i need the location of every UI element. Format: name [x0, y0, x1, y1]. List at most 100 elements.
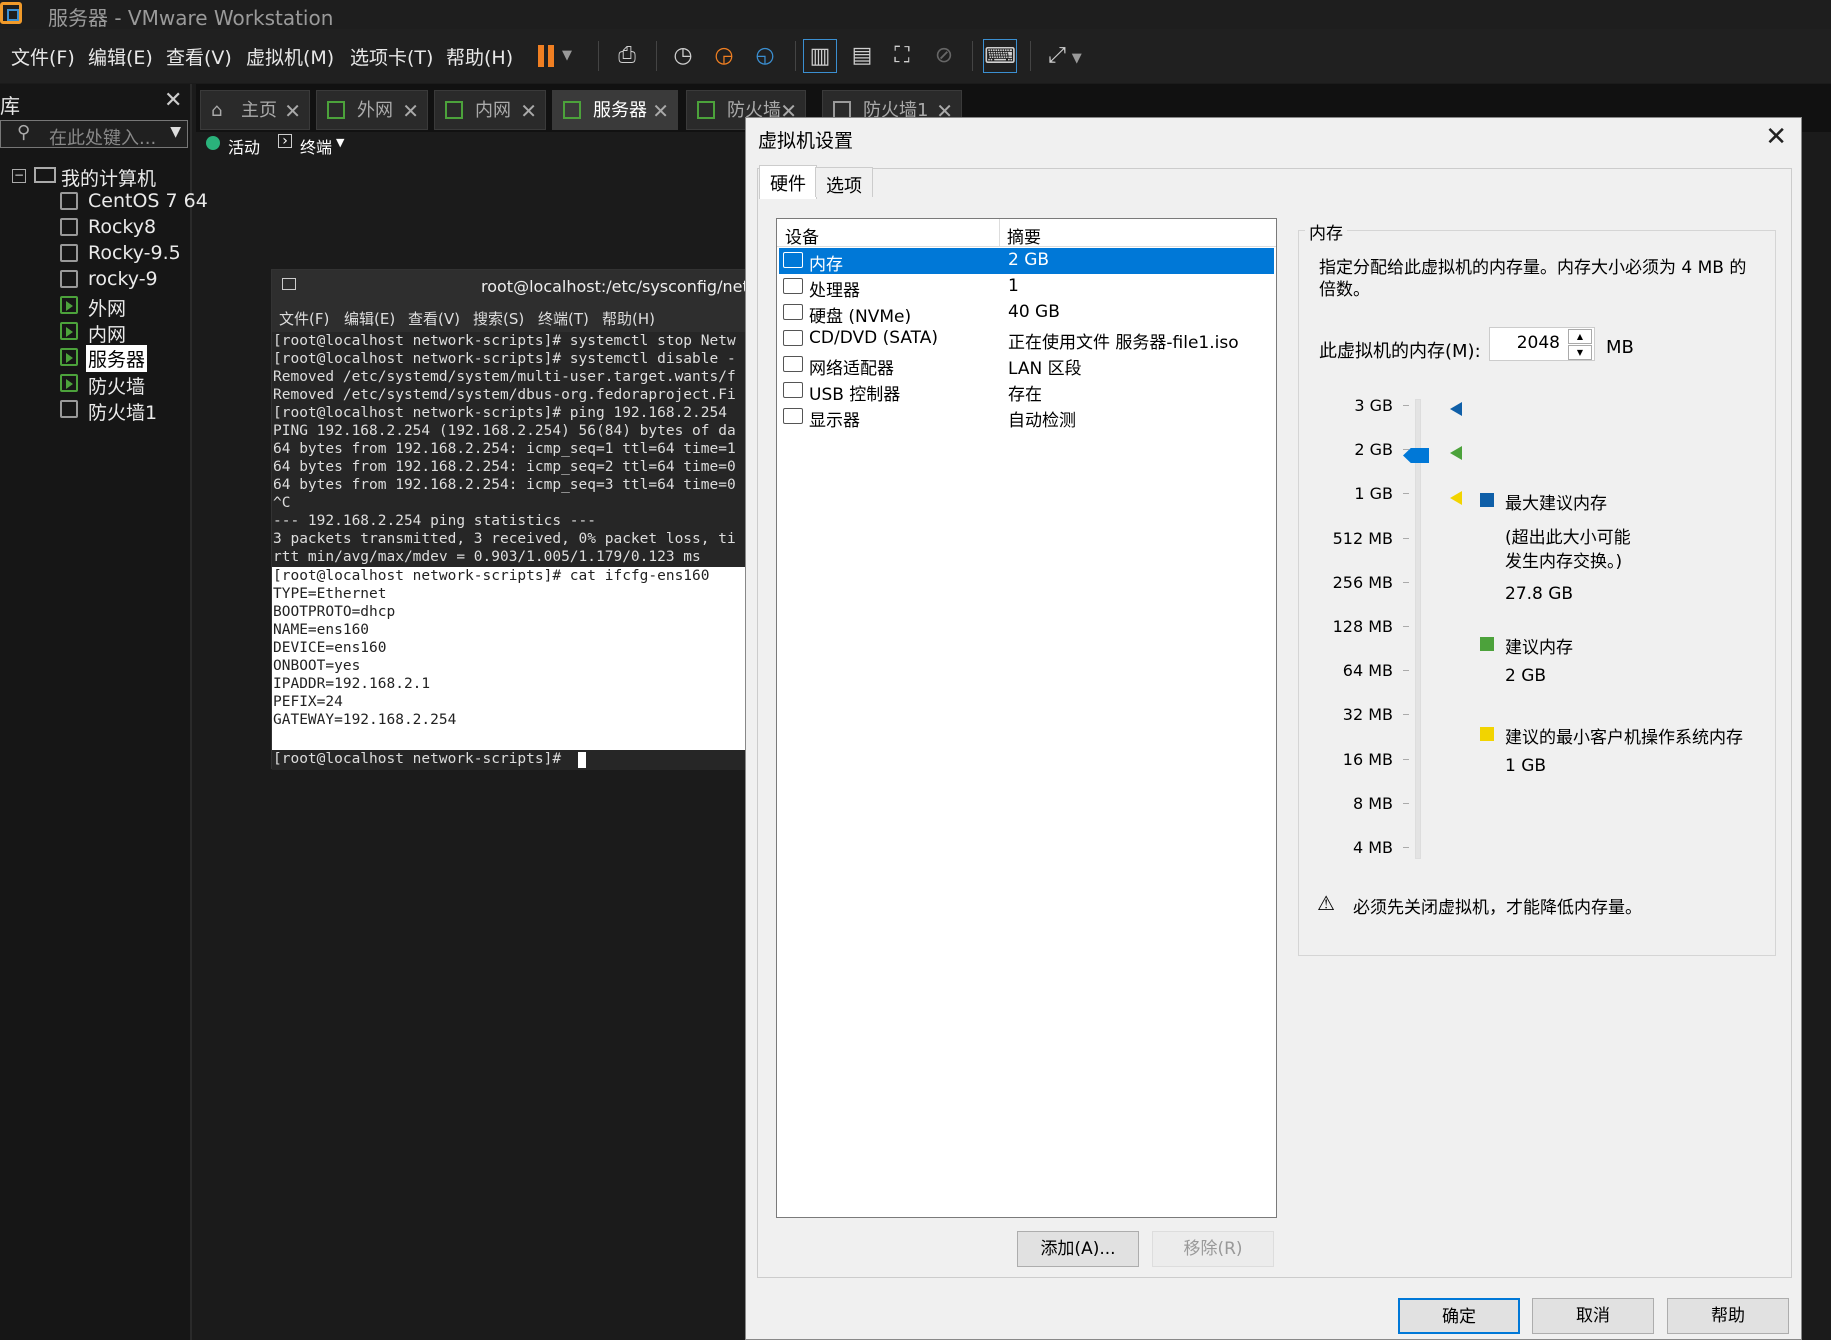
dropdown-arrow-icon[interactable]: ▼	[170, 124, 181, 140]
device-row[interactable]: CD/DVD (SATA) 正在使用文件 服务器-file1.iso	[779, 326, 1274, 353]
terminal-menu-terminal[interactable]: 终端(T)	[538, 308, 589, 329]
menu-edit[interactable]: 编辑(E)	[88, 43, 153, 70]
tree-item-centos7[interactable]: CentOS 7 64	[88, 190, 208, 212]
terminal-menu-file[interactable]: 文件(F)	[279, 308, 329, 329]
tree-item-rocky8[interactable]: Rocky8	[88, 216, 156, 238]
tree-item-rocky9[interactable]: rocky-9	[88, 268, 158, 290]
terminal-cursor	[578, 752, 586, 768]
scale-label: 8 MB	[1352, 793, 1393, 813]
tab-waiwang[interactable]: 外网 ✕	[316, 90, 428, 130]
terminal-line: NAME=ens160	[273, 622, 370, 638]
min-recommended-label: 建议的最小客户机操作系统内存	[1505, 728, 1743, 748]
tree-item-firewall[interactable]: 防火墙	[88, 372, 145, 399]
terminal-app-label[interactable]: 终端	[300, 134, 332, 158]
close-icon[interactable]: ✕	[284, 91, 301, 131]
menu-vm[interactable]: 虚拟机(M)	[246, 43, 334, 70]
activities-label[interactable]: 活动	[228, 134, 260, 158]
terminal-line: IPADDR=192.168.2.1	[273, 676, 431, 692]
close-icon[interactable]: ✕	[520, 91, 537, 131]
device-list: 设备 摘要 内存 2 GB 处理器 1 硬盘 (NVMe) 40 GB CD/DVD (SA…	[776, 218, 1277, 1218]
memory-slider-thumb[interactable]	[1403, 448, 1429, 463]
column-device[interactable]: 设备	[785, 223, 819, 248]
device-name: 网络适配器	[809, 359, 894, 379]
tree-item-server-selected[interactable]: 服务器	[86, 345, 148, 372]
console-view-icon[interactable]: ⌨	[983, 39, 1017, 73]
tree-root-my-computer[interactable]: 我的计算机	[61, 164, 156, 191]
library-toggle-icon[interactable]: ▥	[803, 39, 837, 73]
scale-tick	[1403, 493, 1409, 495]
library-search-input[interactable]: ⚲ 在此处键入... ▼	[0, 120, 188, 149]
menu-tabs[interactable]: 选项卡(T)	[350, 43, 433, 70]
add-button[interactable]: 添加(A)...	[1017, 1231, 1139, 1267]
tab-options[interactable]: 选项	[815, 167, 873, 197]
computer-icon	[34, 167, 56, 183]
memory-stepper[interactable]: 2048 ▲ ▼	[1489, 327, 1595, 361]
terminal-menu-help[interactable]: 帮助(H)	[602, 308, 655, 329]
terminal-menu-edit[interactable]: 编辑(E)	[344, 308, 395, 329]
device-row[interactable]: 处理器 1	[779, 274, 1274, 301]
tree-item-firewall1[interactable]: 防火墙1	[88, 398, 157, 425]
terminal-output-dark: [root@localhost network-scripts]# system…	[272, 332, 750, 567]
column-summary[interactable]: 摘要	[1007, 223, 1041, 248]
tab-server[interactable]: 服务器 ✕	[552, 90, 678, 130]
tree-item-waiwang[interactable]: 外网	[88, 294, 126, 321]
device-row[interactable]: 内存 2 GB	[779, 248, 1274, 275]
pause-icon[interactable]: ▼	[535, 39, 575, 73]
decrement-icon[interactable]: ▼	[1568, 345, 1592, 360]
terminal-menu-view[interactable]: 查看(V)	[408, 308, 460, 329]
scale-tick	[1403, 449, 1409, 451]
chevron-down-icon[interactable]: ▼	[336, 136, 344, 149]
recommended-marker	[1450, 446, 1462, 460]
device-summary: 2 GB	[1008, 250, 1050, 270]
close-icon[interactable]: ✕	[164, 88, 182, 113]
unity-icon[interactable]: ⊘	[927, 39, 961, 73]
display-icon	[783, 408, 803, 424]
collapse-icon[interactable]: −	[12, 169, 26, 183]
thumbnail-bar-icon[interactable]: ▤	[845, 39, 879, 73]
stretch-icon[interactable]: ⤢ ▼	[1040, 39, 1090, 73]
device-summary: 40 GB	[1008, 302, 1060, 322]
increment-icon[interactable]: ▲	[1568, 329, 1592, 344]
cancel-button[interactable]: 取消	[1532, 1298, 1654, 1334]
close-icon[interactable]: ✕	[402, 91, 419, 131]
device-name: 硬盘 (NVMe)	[809, 307, 912, 327]
tab-home[interactable]: ⌂ 主页 ✕	[200, 90, 310, 130]
menu-help[interactable]: 帮助(H)	[446, 43, 513, 70]
fullscreen-icon[interactable]: ⛶	[885, 39, 919, 73]
vm-running-icon	[60, 322, 78, 340]
terminal-line: PING 192.168.2.254 (192.168.2.254) 56(84…	[273, 423, 736, 439]
device-row[interactable]: 硬盘 (NVMe) 40 GB	[779, 300, 1274, 327]
send-keys-icon[interactable]: ⎙	[610, 39, 644, 73]
vm-icon	[60, 244, 78, 262]
device-row[interactable]: 网络适配器 LAN 区段	[779, 352, 1274, 379]
device-list-header: 设备 摘要	[777, 219, 1276, 248]
terminal-line: 64 bytes from 192.168.2.254: icmp_seq=1 …	[273, 441, 736, 457]
help-button[interactable]: 帮助	[1667, 1298, 1789, 1334]
snapshot-icon[interactable]: ◷	[666, 39, 700, 73]
scale-tick	[1403, 670, 1409, 672]
ok-button[interactable]: 确定	[1398, 1298, 1520, 1334]
close-icon[interactable]: ✕	[1765, 122, 1787, 152]
scale-label: 256 MB	[1332, 572, 1393, 592]
terminal-menu-search[interactable]: 搜索(S)	[473, 308, 524, 329]
tab-neiwang[interactable]: 内网 ✕	[434, 90, 546, 130]
device-row[interactable]: USB 控制器 存在	[779, 378, 1274, 405]
memory-slider-track[interactable]	[1415, 399, 1421, 859]
terminal-line: ^C	[273, 495, 291, 511]
tab-hardware[interactable]: 硬件	[759, 165, 817, 199]
scale-tick	[1403, 847, 1409, 848]
terminal-prompt-line[interactable]: [root@localhost network-scripts]#	[272, 750, 750, 770]
scale-tick	[1403, 626, 1409, 627]
terminal-line: [root@localhost network-scripts]# cat if…	[273, 568, 710, 584]
tree-item-rocky95[interactable]: Rocky-9.5	[88, 242, 181, 264]
menu-file[interactable]: 文件(F)	[11, 43, 75, 70]
revert-snapshot-icon[interactable]: ◶	[707, 39, 741, 73]
close-icon[interactable]: ✕	[652, 91, 669, 131]
menu-view[interactable]: 查看(V)	[166, 43, 232, 70]
terminal-prompt: [root@localhost network-scripts]#	[273, 751, 570, 767]
snapshot-manager-icon[interactable]: ◵	[748, 39, 782, 73]
tree-item-neiwang[interactable]: 内网	[88, 320, 126, 347]
device-row[interactable]: 显示器 自动检测	[779, 404, 1274, 431]
terminal-line: ONBOOT=yes	[273, 658, 361, 674]
remove-button[interactable]: 移除(R)	[1152, 1231, 1274, 1267]
